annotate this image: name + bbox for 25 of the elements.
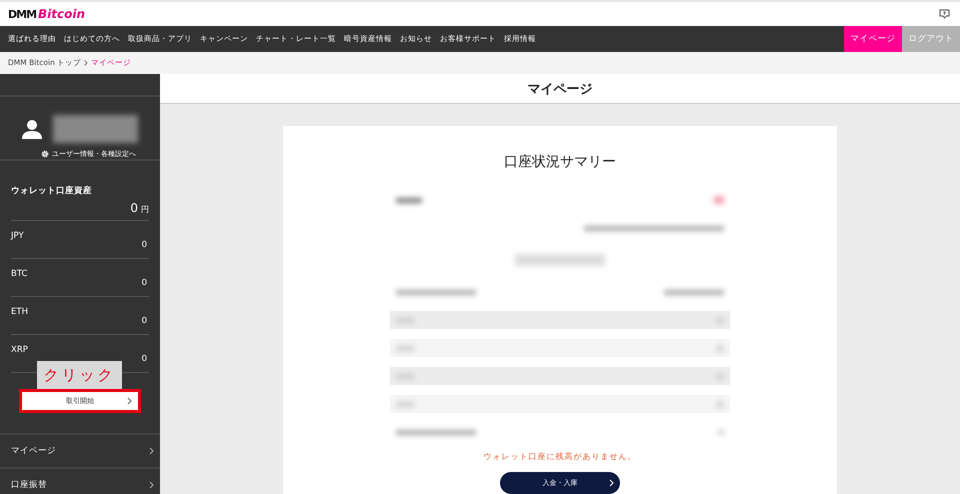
summary-title: 口座状況サマリー	[504, 153, 616, 171]
user-icon	[21, 119, 43, 139]
mypage-button[interactable]: マイページ	[844, 26, 902, 52]
click-annotation: クリック	[37, 361, 122, 389]
chevron-icon	[149, 447, 154, 455]
chevron-icon	[84, 60, 88, 66]
asset-name: ETH	[11, 307, 28, 317]
asset-amount: 0	[142, 354, 147, 364]
asset-name: XRP	[11, 345, 28, 355]
logo[interactable]: DMM Bitcoin	[8, 7, 86, 21]
asset-name: BTC	[11, 269, 28, 279]
currency-unit: 円	[141, 205, 149, 214]
no-balance-notice: ウォレット口座に残高がありません。	[484, 451, 636, 462]
settings-icon	[41, 150, 49, 158]
asset-amount: 0	[142, 316, 147, 326]
asset-amount: 0	[142, 240, 147, 250]
asset-amount: 0	[142, 278, 147, 288]
asset-name: JPY	[11, 231, 24, 241]
chevron-icon	[127, 397, 132, 405]
feedback-icon[interactable]	[939, 9, 950, 19]
chevron-icon	[149, 481, 154, 489]
page-title: マイページ	[160, 74, 960, 104]
wallet-total: 0	[130, 201, 138, 215]
chevron-icon	[609, 479, 614, 487]
wallet-title: ウォレット口座資産	[11, 185, 93, 197]
